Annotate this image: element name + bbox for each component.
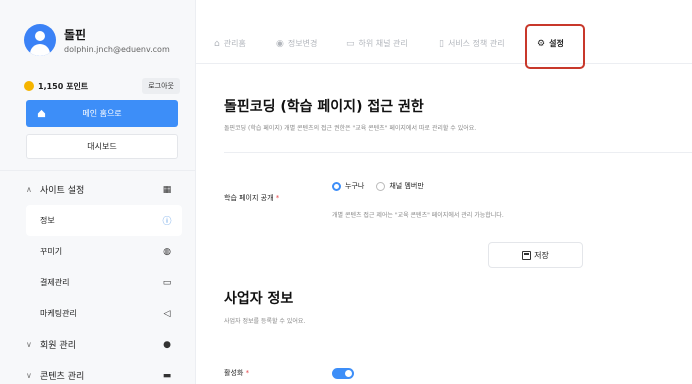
main-content: 돌핀코딩 (학습 페이지) 접근 권한 돌핀코딩 (학습 페이지) 개별 콘텐츠… xyxy=(196,64,692,384)
points-label: 1,150 포인트 xyxy=(38,81,89,91)
coin-icon xyxy=(24,81,34,91)
sidebar-item-info[interactable]: 정보 ⓘ xyxy=(26,205,182,236)
tab-label: 서비스 정책 관리 xyxy=(447,39,505,48)
user-icon: ◉ xyxy=(276,38,284,49)
sidebar-item-content[interactable]: ∨ 콘텐츠 관리 ▬ xyxy=(0,360,196,384)
sidebar-item-label: 회원 관리 xyxy=(40,341,76,351)
save-button[interactable]: 저장 xyxy=(488,242,583,268)
profile-name: 돌핀 xyxy=(64,28,87,42)
tab-admin-home[interactable]: ⌂ 관리홈 xyxy=(214,38,246,49)
access-section-title: 돌핀코딩 (학습 페이지) 접근 권한 xyxy=(224,99,424,115)
home-icon xyxy=(37,109,46,118)
sidebar-item-marketing[interactable]: 마케팅관리 ◁ xyxy=(0,298,196,329)
folder-icon: ▭ xyxy=(346,38,355,49)
business-section-description: 사업자 정보를 등록할 수 있어요. xyxy=(224,318,306,325)
sidebar-item-members[interactable]: ∨ 회원 관리 ● xyxy=(0,329,196,360)
sidebar-item-label: 정보 xyxy=(40,216,55,225)
tab-label: 관리홈 xyxy=(223,39,246,48)
book-icon: ▬ xyxy=(162,370,172,381)
radio-checked-icon xyxy=(332,181,341,191)
tab-label: 정보변경 xyxy=(287,39,318,48)
profile: 돌핀 dolphin.jnch@eduenv.com xyxy=(24,24,170,56)
divider xyxy=(224,152,692,153)
radio-unchecked-icon xyxy=(376,181,386,191)
toggle-knob xyxy=(345,370,352,377)
chevron-down-icon: ∨ xyxy=(26,371,32,380)
tab-info-change[interactable]: ◉ 정보변경 xyxy=(276,38,317,49)
sidebar-item-decorate[interactable]: 꾸미기 ◍ xyxy=(0,236,196,267)
main-home-label: 메인 홈으로 xyxy=(82,109,122,118)
tab-label: 하위 채널 관리 xyxy=(358,39,408,48)
divider xyxy=(0,170,196,171)
chevron-up-icon: ∧ xyxy=(26,185,32,194)
sidebar-item-label: 꾸미기 xyxy=(40,247,63,256)
tab-sub-channel[interactable]: ▭ 하위 채널 관리 xyxy=(346,38,408,49)
save-icon xyxy=(522,250,532,260)
radio-anyone[interactable]: 누구나 xyxy=(332,181,364,191)
sidebar-item-site-settings[interactable]: ∧ 사이트 설정 ▦ xyxy=(0,174,196,205)
logout-button[interactable]: 로그아웃 xyxy=(142,78,180,94)
access-section-description: 돌핀코딩 (학습 페이지) 개별 콘텐츠의 접근 권한은 "교육 콘텐츠" 페이… xyxy=(224,125,477,132)
avatar[interactable] xyxy=(24,24,56,56)
document-icon: ▯ xyxy=(439,38,444,49)
radio-members-only[interactable]: 채널 멤버만 xyxy=(376,181,424,191)
business-section-title: 사업자 정보 xyxy=(224,291,294,307)
field-label-activate: 활성화 * xyxy=(224,369,250,377)
info-icon: ⓘ xyxy=(162,217,172,227)
sidebar-item-payment[interactable]: 결제관리 ▭ xyxy=(0,267,196,298)
sidebar-item-label: 결제관리 xyxy=(40,278,70,287)
card-icon: ▭ xyxy=(162,277,172,288)
megaphone-icon: ◁ xyxy=(163,308,171,319)
tab-service-policy[interactable]: ▯ 서비스 정책 관리 xyxy=(439,38,505,49)
profile-email: dolphin.jnch@eduenv.com xyxy=(64,45,170,54)
visibility-radio-group: 누구나 채널 멤버만 xyxy=(332,181,436,191)
field-label-learning-page: 학습 페이지 공개 * xyxy=(224,194,280,202)
palette-icon: ◍ xyxy=(163,246,171,257)
save-label: 저장 xyxy=(534,250,549,260)
sidebar-item-label: 마케팅관리 xyxy=(40,309,77,318)
user-icon: ● xyxy=(163,339,171,350)
dashboard-button[interactable]: 대시보드 xyxy=(26,134,178,159)
main-home-button[interactable]: 메인 홈으로 xyxy=(26,100,178,127)
chevron-down-icon: ∨ xyxy=(26,340,32,349)
top-nav: ⌂ 관리홈 ◉ 정보변경 ▭ 하위 채널 관리 ▯ 서비스 정책 관리 ⚙ 설정 xyxy=(196,0,692,64)
points: 1,150 포인트 xyxy=(24,81,88,92)
radio-label: 채널 멤버만 xyxy=(389,182,424,190)
access-hint: 개별 콘텐츠 접근 제어는 "교육 콘텐츠" 페이지에서 관리 가능합니다. xyxy=(332,212,504,219)
building-icon: ▦ xyxy=(162,184,172,195)
sidebar-item-label: 사이트 설정 xyxy=(40,186,85,196)
sidebar: 돌핀 dolphin.jnch@eduenv.com 1,150 포인트 로그아… xyxy=(0,0,196,384)
activate-toggle[interactable] xyxy=(332,368,354,379)
home-icon: ⌂ xyxy=(214,38,220,49)
highlight-box xyxy=(525,24,585,69)
radio-label: 누구나 xyxy=(345,182,365,190)
sidebar-item-label: 콘텐츠 관리 xyxy=(40,372,85,382)
